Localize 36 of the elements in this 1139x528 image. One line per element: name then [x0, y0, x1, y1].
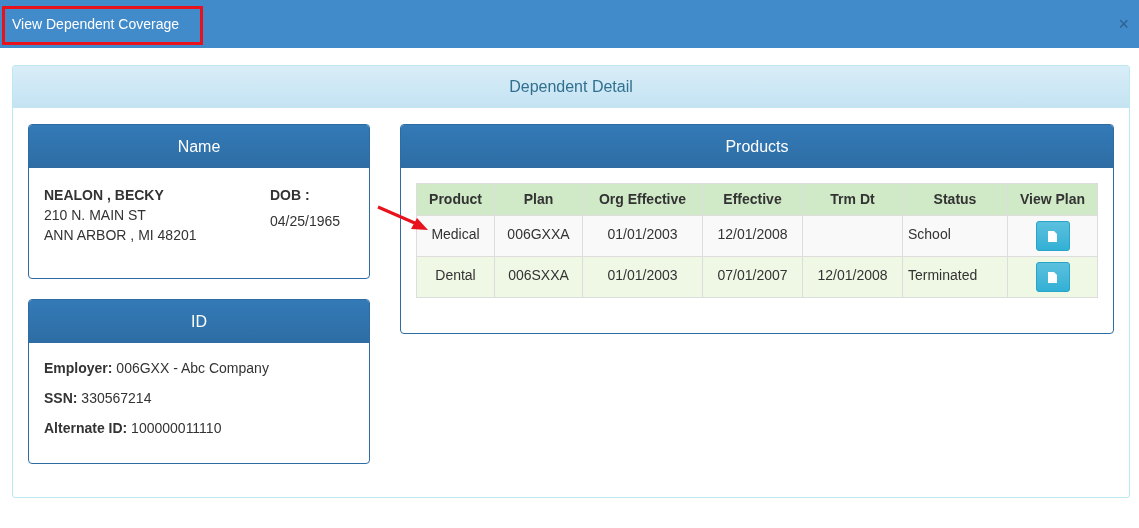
address-line: 210 N. MAIN ST	[44, 206, 147, 225]
table-cell: 12/01/2008	[802, 256, 903, 298]
table-cell: 006GXXA	[494, 215, 583, 257]
dob-value: 04/25/1965	[270, 212, 341, 231]
column-header: Product	[416, 183, 495, 216]
window-title: View Dependent Coverage	[12, 14, 180, 34]
column-header: Trm Dt	[802, 183, 903, 216]
view-plan-button[interactable]	[1035, 262, 1070, 292]
document-icon	[1048, 230, 1057, 242]
id-field: SSN: 330567214	[44, 388, 369, 408]
document-icon	[1048, 271, 1057, 283]
table-cell: 01/01/2003	[582, 215, 703, 257]
table-cell: 07/01/2007	[702, 256, 803, 298]
table-cell: 01/01/2003	[582, 256, 703, 298]
column-header: View Plan	[1007, 183, 1098, 216]
dependent-name: NEALON , BECKY	[44, 186, 165, 205]
column-header: Org Effective	[582, 183, 703, 216]
arrow-icon	[377, 205, 429, 232]
address-line: ANN ARBOR , MI 48201	[44, 226, 198, 245]
table-cell: Dental	[416, 256, 495, 298]
table-cell: 006SXXA	[494, 256, 583, 298]
column-header: Effective	[702, 183, 803, 216]
view-plan-button[interactable]	[1035, 221, 1070, 251]
panel-title: Dependent Detail	[509, 77, 633, 97]
close-button[interactable]: ×	[1118, 15, 1129, 33]
dob-label: DOB :	[270, 186, 311, 205]
table-cell: Terminated	[902, 256, 1008, 298]
column-header: Status	[902, 183, 1008, 216]
table-cell: School	[902, 215, 1008, 257]
id-field: Employer: 006GXX - Abc Company	[44, 358, 369, 378]
card-title: Products	[725, 136, 789, 157]
card-title: Name	[177, 136, 221, 157]
card-title: ID	[191, 311, 207, 332]
table-cell: 12/01/2008	[702, 215, 803, 257]
id-field: Alternate ID: 100000011110	[44, 418, 369, 438]
column-header: Plan	[494, 183, 583, 216]
